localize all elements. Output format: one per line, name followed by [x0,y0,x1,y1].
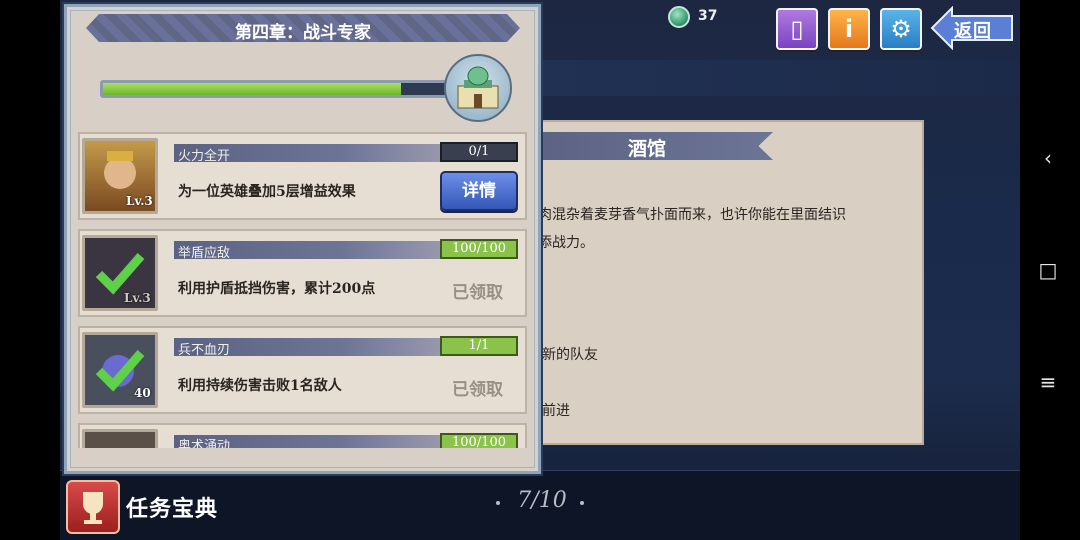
trophy-icon[interactable] [66,480,120,534]
quest-description: 利用持续伤害击败1名敌人 [178,378,342,394]
quest-level: Lv.3 [124,291,151,305]
quest-count: 1/1 [440,336,518,356]
tavern-building-icon [444,54,512,122]
gear-icon: ⚙ [890,15,912,43]
quest-name: 举盾应敌 [178,246,231,261]
quest-description: 利用护盾抵挡伤害，累计200点 [178,281,376,297]
quest-icon [82,429,158,448]
quest-count: 100/100 [440,433,518,448]
page-indicator: 7/10 [517,488,567,513]
claimed-label: 已领取 [452,380,503,400]
chapter-progress-bar [100,80,452,98]
info-button[interactable]: i [828,8,870,50]
info-icon: i [844,15,854,43]
quest-level: Lv.3 [126,194,153,208]
page-dot-right [580,501,584,505]
book-button[interactable]: ▯ [776,8,818,50]
nav-menu-icon[interactable]: ≡ [1034,368,1062,396]
quest-count: 100/100 [440,239,518,259]
quest-name: 火力全开 [178,149,231,164]
details-button[interactable]: 详情 [440,171,518,211]
tavern-text-line: 新的队友 [542,347,598,363]
nav-back-icon[interactable]: ‹ [1034,144,1062,172]
quest-row-clipped: 奥术涌动 100/100 [78,423,527,448]
quest-name: 兵不血刃 [178,343,231,358]
quest-count: 0/1 [440,142,518,162]
quest-book-title: 任务宝典 [126,496,219,522]
quest-name: 奥术涌动 [178,439,231,448]
claimed-label: 已领取 [452,283,503,303]
quest-level: 40 [134,386,151,400]
chapter-title: 第四章：战斗专家 [235,23,371,43]
quest-description: 为一位英雄叠加5层增益效果 [178,184,356,200]
chapter-progress-fill [103,83,401,95]
nav-home-icon[interactable]: □ [1034,256,1062,284]
book-icon: ▯ [790,15,804,43]
header-band [540,60,1020,96]
tavern-panel [520,120,924,445]
tavern-text-line: 烤肉混杂着麦芽香气扑面而来，也许你能在里面结识 [524,207,846,223]
back-label: 返回 [954,21,992,42]
settings-button[interactable]: ⚙ [880,8,922,50]
tavern-text-line: 前进 [542,403,570,419]
gem-count: 37 [698,8,718,24]
gem-icon [668,6,690,28]
tavern-title: 酒馆 [628,138,667,160]
